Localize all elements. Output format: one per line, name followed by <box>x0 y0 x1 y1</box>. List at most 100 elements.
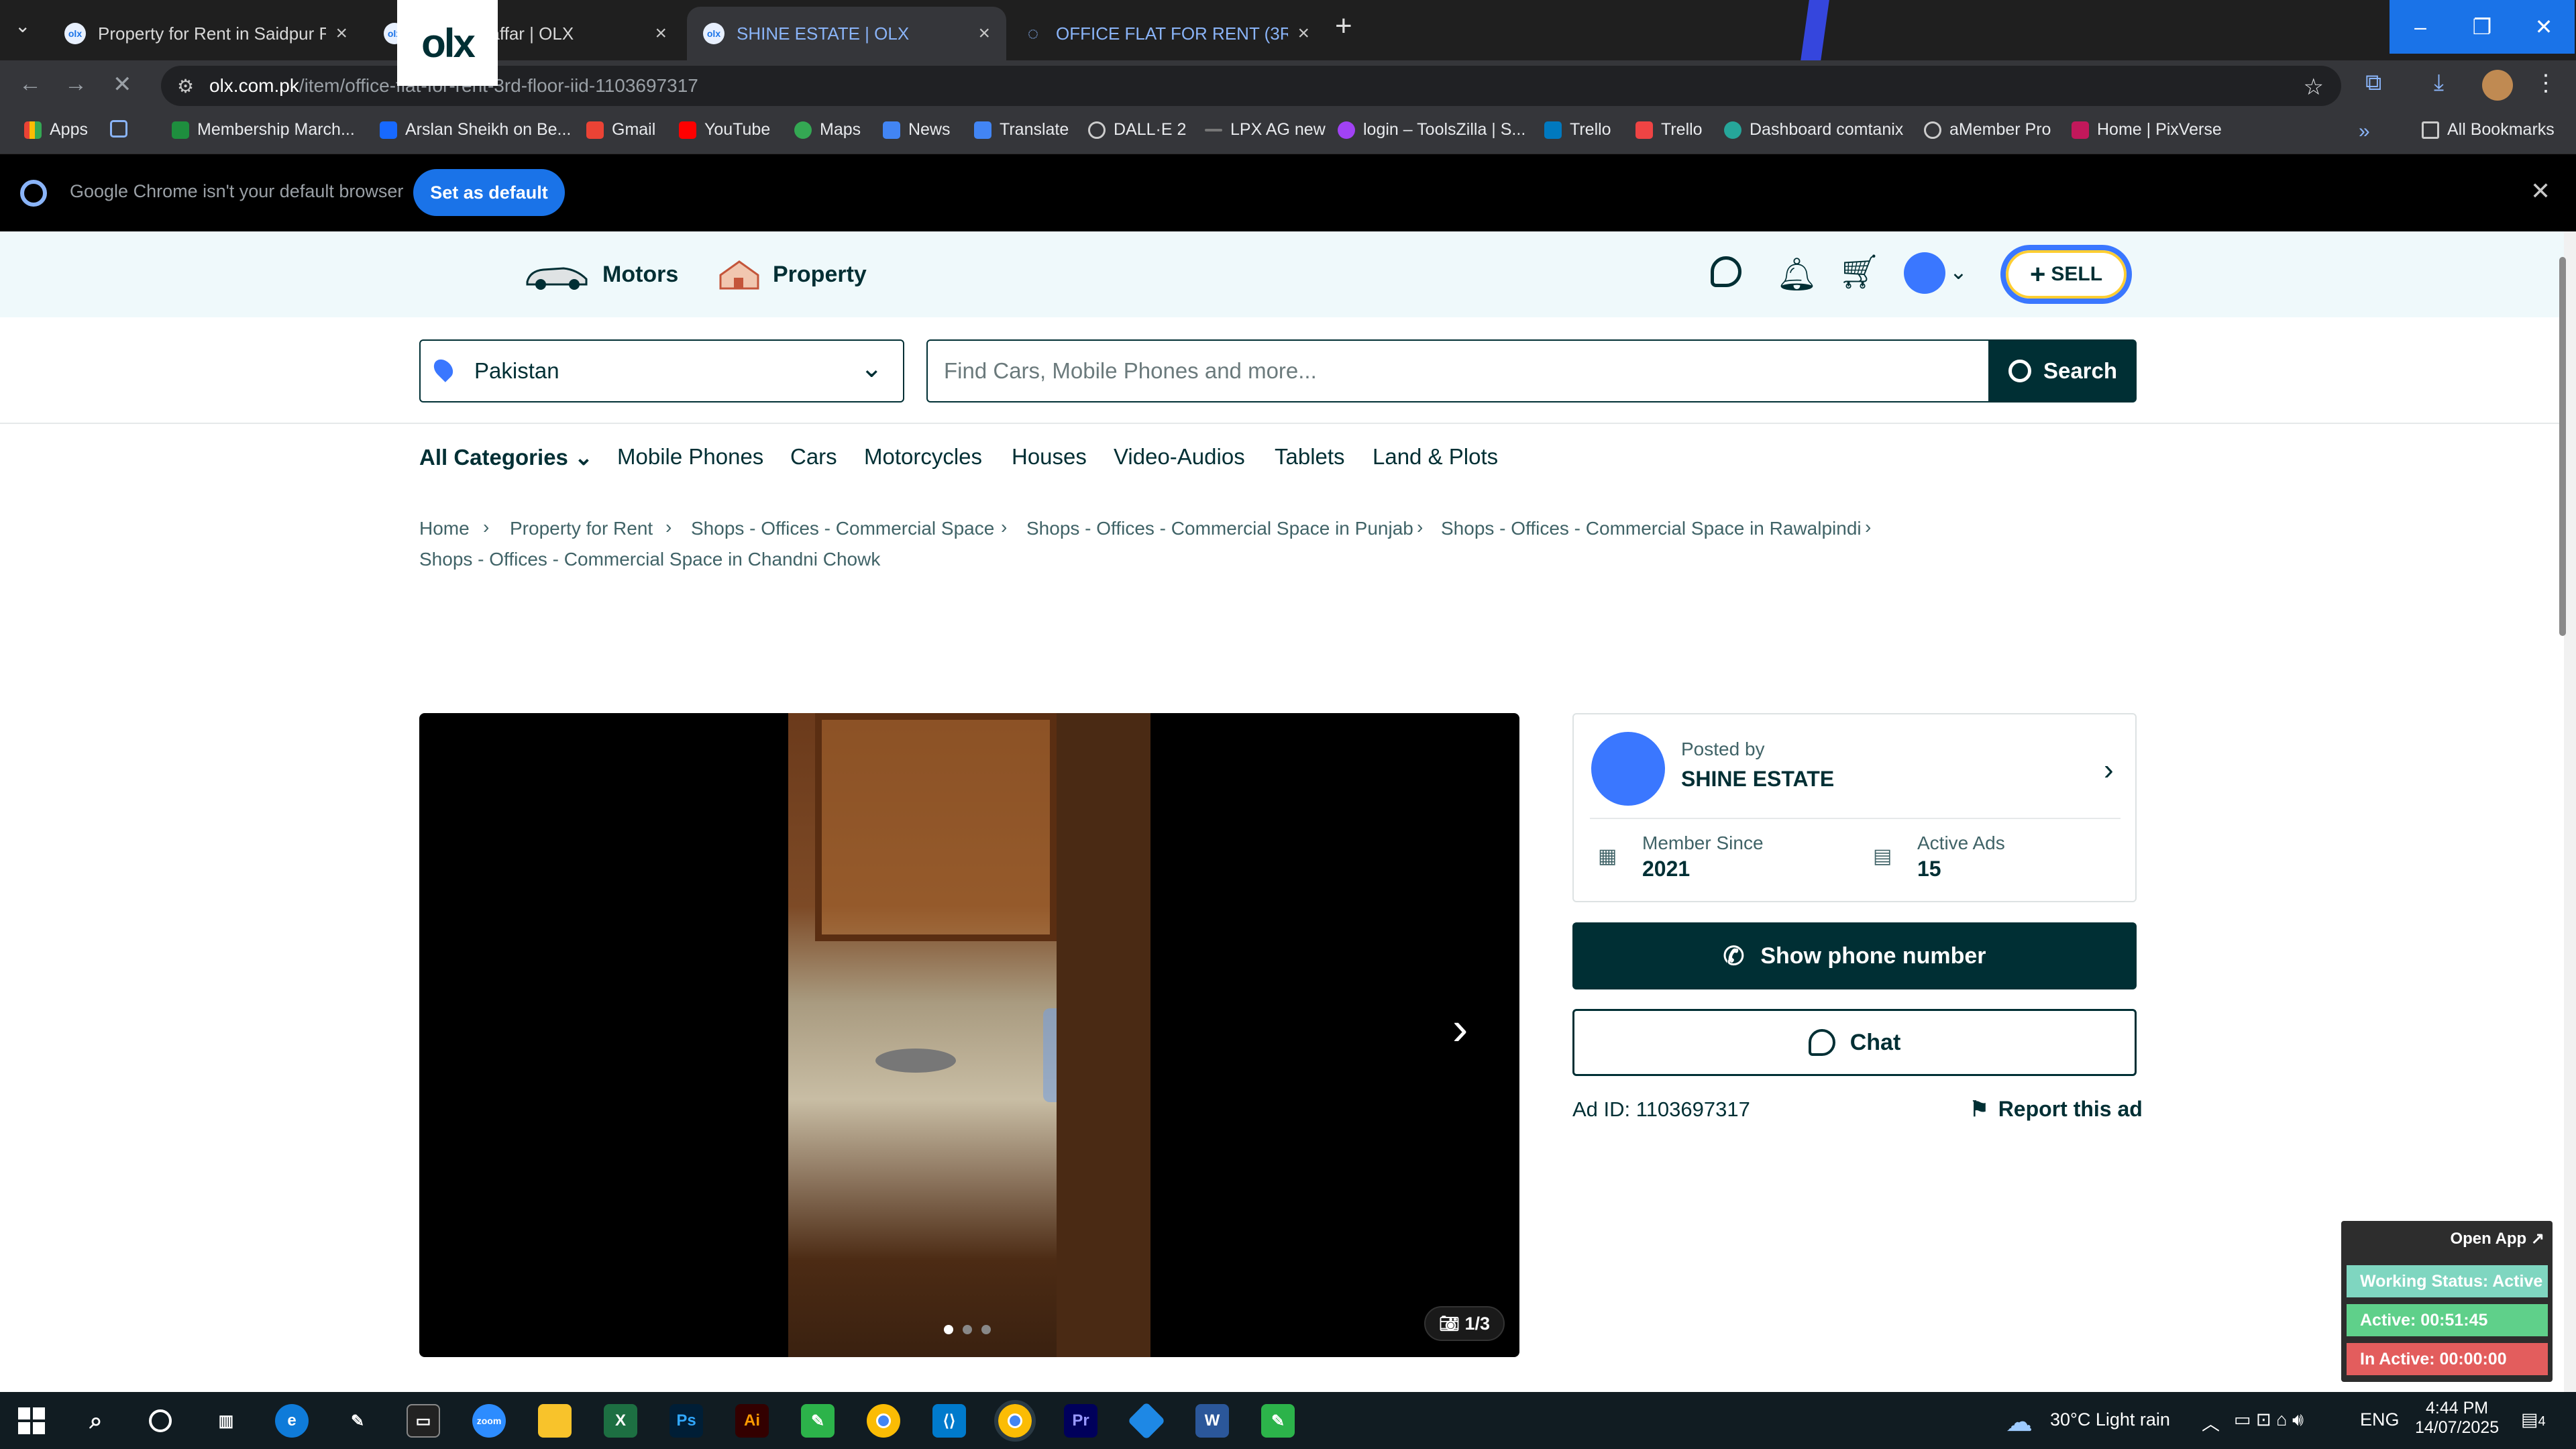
stop-loading-icon[interactable]: ✕ <box>113 71 132 98</box>
start-icon[interactable] <box>15 1404 48 1438</box>
minimize-icon[interactable]: – <box>2390 0 2451 54</box>
bookmark-youtube[interactable]: YouTube <box>679 120 770 140</box>
olx-logo[interactable]: olx <box>397 0 498 86</box>
bookmark-lpx[interactable]: LPX AG new <box>1205 120 1326 140</box>
report-ad-link[interactable]: ⚑ Report this ad <box>1970 1096 2143 1122</box>
vscode-icon[interactable]: ⟨⟩ <box>932 1404 966 1438</box>
breadcrumb-chandni-chowk[interactable]: Shops - Offices - Commercial Space in Ch… <box>419 549 880 570</box>
tab-office-flat[interactable]: ◌ OFFICE FLAT FOR RENT (3RD Fl × <box>1006 7 1326 60</box>
task-view-icon[interactable]: ▥ <box>209 1404 243 1438</box>
all-categories-dropdown[interactable]: All Categories ⌄ <box>419 444 593 470</box>
weather-text[interactable]: 30°C Light rain <box>2050 1409 2170 1430</box>
edge-icon[interactable]: e <box>275 1404 309 1438</box>
image-gallery[interactable]: › 📷︎ 1/3 <box>419 713 1519 1357</box>
bookmark-news[interactable]: News <box>883 120 951 140</box>
bookmark-grid[interactable] <box>110 120 136 138</box>
breadcrumb-rawalpindi[interactable]: Shops - Offices - Commercial Space in Ra… <box>1441 518 1862 539</box>
bookmark-amember[interactable]: aMember Pro <box>1924 120 2051 140</box>
breadcrumb-property-for-rent[interactable]: Property for Rent <box>510 518 653 539</box>
bookmark-trello-2[interactable]: Trello <box>1635 120 1703 140</box>
all-bookmarks[interactable]: All Bookmarks <box>2422 120 2555 140</box>
bookmark-dalle[interactable]: DALL·E 2 <box>1088 120 1186 140</box>
download-icon[interactable]: ⤓ <box>2434 70 2444 96</box>
next-image-arrow-icon[interactable]: › <box>1452 1002 1468 1055</box>
bookmark-trello-1[interactable]: Trello <box>1544 120 1611 140</box>
set-as-default-button[interactable]: Set as default <box>413 169 565 216</box>
bookmark-translate[interactable]: Translate <box>974 120 1069 140</box>
tab-property-for-rent[interactable]: olx Property for Rent in Saidpur Ro × <box>48 7 364 60</box>
bookmark-membership[interactable]: Membership March... <box>172 120 355 140</box>
chat-button[interactable]: Chat <box>1572 1009 2137 1076</box>
close-tab-icon[interactable]: × <box>335 22 347 45</box>
show-phone-button[interactable]: ✆ Show phone number <box>1572 922 2137 989</box>
back-icon[interactable]: ← <box>19 71 42 97</box>
site-info-icon[interactable]: ⚙ <box>177 75 194 97</box>
scrollbar-thumb[interactable] <box>2559 257 2566 636</box>
slide-dot-active[interactable] <box>944 1325 953 1334</box>
bookmark-pixverse[interactable]: Home | PixVerse <box>2072 120 2222 140</box>
tab-search-icon[interactable]: ⌄ <box>15 15 30 37</box>
close-tab-icon[interactable]: × <box>1297 22 1309 45</box>
property-tab[interactable]: Property <box>718 231 867 317</box>
terminal-icon[interactable]: ▭ <box>407 1404 440 1438</box>
close-window-icon[interactable]: ✕ <box>2513 0 2575 54</box>
menu-kebab-icon[interactable]: ⋮ <box>2534 70 2557 97</box>
breadcrumb-home[interactable]: Home <box>419 518 470 539</box>
close-tab-icon[interactable]: × <box>978 22 990 45</box>
seller-card[interactable]: Posted by SHINE ESTATE › ▦ Member Since … <box>1572 713 2137 902</box>
bookmark-apps[interactable]: Apps <box>24 120 88 140</box>
bookmark-toolszilla[interactable]: login – ToolsZilla | S... <box>1338 120 1525 140</box>
search-icon[interactable]: ⌕ <box>79 1404 113 1438</box>
cortana-icon[interactable] <box>144 1404 177 1438</box>
bookmark-gmail[interactable]: Gmail <box>586 120 655 140</box>
forward-icon[interactable]: → <box>64 71 87 97</box>
user-avatar[interactable] <box>1904 252 1945 294</box>
bookmark-comtanix[interactable]: Dashboard comtanix <box>1724 120 1903 140</box>
category-cars[interactable]: Cars <box>790 444 837 470</box>
chat-bubble-icon[interactable] <box>1711 256 1741 287</box>
bookmark-maps[interactable]: Maps <box>794 120 861 140</box>
close-infobar-icon[interactable]: ✕ <box>2530 177 2551 205</box>
file-explorer-icon[interactable] <box>538 1404 572 1438</box>
illustrator-icon[interactable]: Ai <box>735 1404 769 1438</box>
photoshop-icon[interactable]: Ps <box>669 1404 703 1438</box>
category-motorcycles[interactable]: Motorcycles <box>864 444 982 470</box>
more-bookmarks-icon[interactable]: » <box>2359 120 2370 143</box>
clock[interactable]: 4:44 PM 14/07/2025 <box>2415 1399 2499 1438</box>
premiere-icon[interactable]: Pr <box>1064 1404 1097 1438</box>
zoom-icon[interactable]: zoom <box>472 1404 506 1438</box>
restore-icon[interactable]: ❐ <box>2451 0 2513 54</box>
tab-shine-estate[interactable]: olx SHINE ESTATE | OLX × <box>687 7 1006 60</box>
tray-chevron-icon[interactable]: ︿ <box>2202 1409 2220 1436</box>
excel-icon[interactable]: X <box>604 1404 637 1438</box>
word-icon[interactable]: W <box>1195 1404 1229 1438</box>
language-indicator[interactable]: ENG <box>2360 1409 2400 1430</box>
slide-dot[interactable] <box>981 1325 991 1334</box>
green-app-2-icon[interactable]: ✎ <box>1261 1404 1295 1438</box>
search-button[interactable]: Search <box>1989 339 2137 402</box>
new-tab-icon[interactable]: + <box>1335 9 1352 43</box>
location-select[interactable]: Pakistan ⌄ <box>419 339 904 402</box>
notifications-icon[interactable]: ▤4 <box>2521 1409 2546 1430</box>
extensions-icon[interactable]: ⧉ <box>2365 70 2381 96</box>
bookmark-star-icon[interactable]: ☆ <box>2304 74 2324 101</box>
bookmark-behance[interactable]: Arslan Sheikh on Be... <box>380 120 571 140</box>
cart-icon[interactable]: 🛒︎ <box>1838 252 1880 292</box>
search-input[interactable]: Find Cars, Mobile Phones and more... <box>926 339 1990 402</box>
close-tab-icon[interactable]: × <box>655 22 667 45</box>
open-app-link[interactable]: Open App ↗ <box>2450 1229 2544 1248</box>
profile-avatar[interactable] <box>2482 70 2513 101</box>
breadcrumb-commercial-space[interactable]: Shops - Offices - Commercial Space <box>691 518 994 539</box>
green-app-icon[interactable]: ✎ <box>801 1404 835 1438</box>
slide-dot[interactable] <box>963 1325 972 1334</box>
tray-icons[interactable]: ▭ ⊡ ⌂ 🔊︎ <box>2234 1409 2304 1431</box>
sell-button[interactable]: + SELL <box>2000 245 2132 304</box>
chrome-active-icon[interactable] <box>994 1400 1036 1442</box>
chevron-down-icon[interactable]: ⌄ <box>1949 259 1968 284</box>
pen-icon[interactable]: ✎ <box>341 1404 374 1438</box>
category-houses[interactable]: Houses <box>1012 444 1087 470</box>
category-tablets[interactable]: Tablets <box>1275 444 1345 470</box>
notification-bell-icon[interactable]: 🔔︎ <box>1776 255 1817 293</box>
category-video-audios[interactable]: Video-Audios <box>1114 444 1245 470</box>
breadcrumb-punjab[interactable]: Shops - Offices - Commercial Space in Pu… <box>1026 518 1413 539</box>
